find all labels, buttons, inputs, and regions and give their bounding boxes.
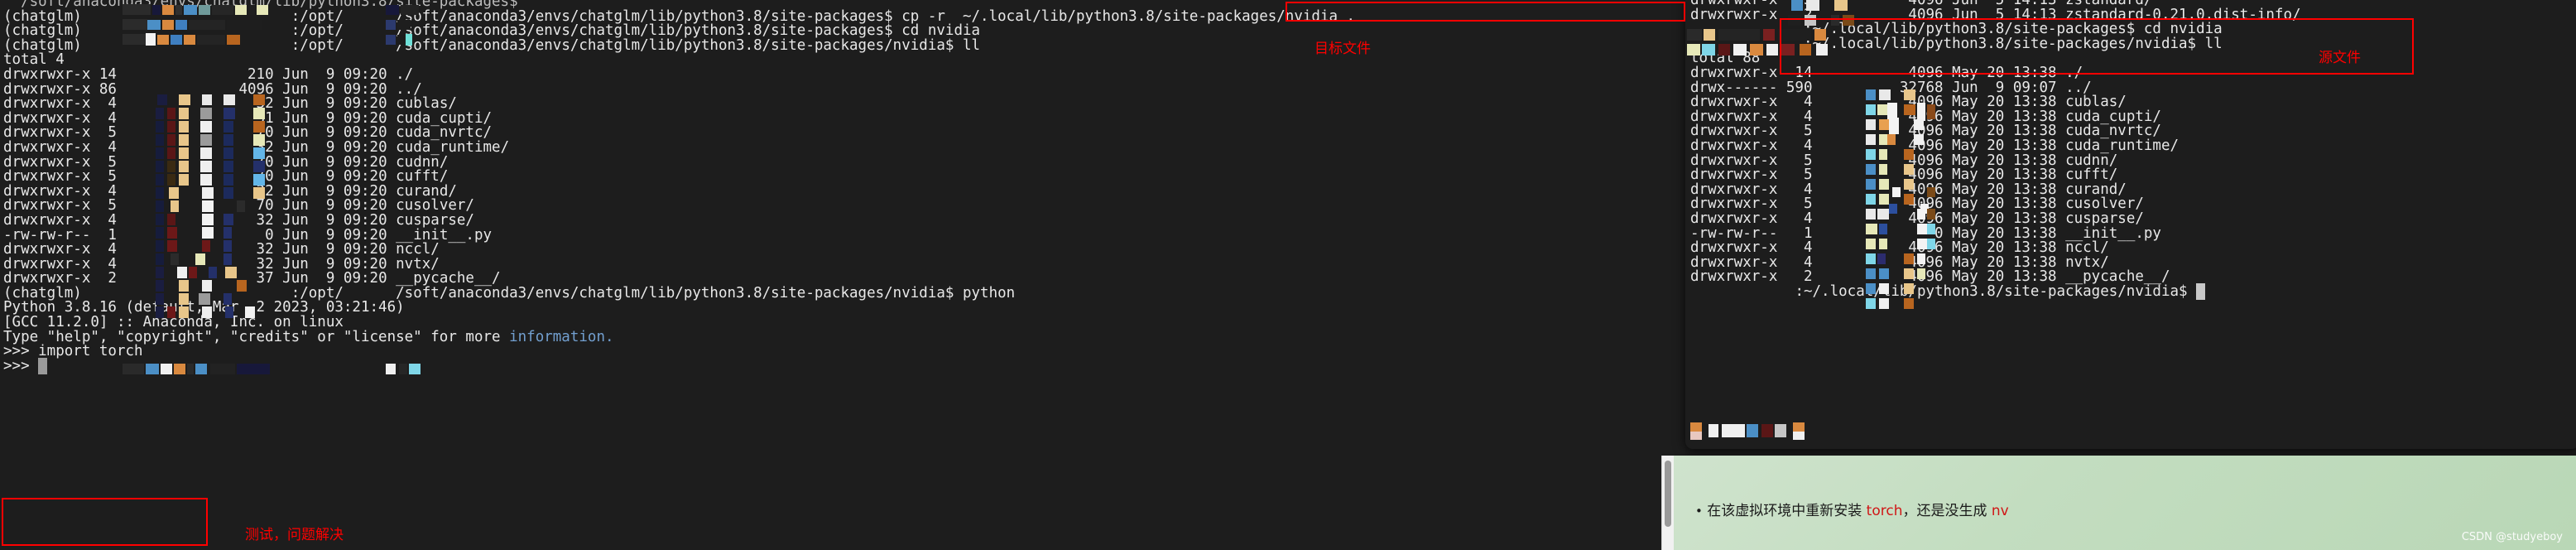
- csdn-watermark: CSDN @studyeboy: [2461, 531, 2563, 543]
- left-terminal-output: /soft/anaconda3/envs/chatglm/lib/python3…: [3, 0, 1355, 374]
- annotation-label-source-file: 源文件: [2319, 50, 2361, 66]
- terminal-line: >>>: [3, 357, 1355, 374]
- bullet-text-2: ，还是没生成: [1902, 503, 1992, 519]
- annotation-label-target-file: 目标文件: [1314, 41, 1371, 57]
- annotation-label-test-result: 测试，问题解决: [245, 527, 344, 543]
- scrollbar-thumb[interactable]: [1665, 461, 1671, 527]
- bullet-keyword-torch: torch: [1866, 503, 1903, 519]
- slide-panel: • 在该虚拟环境中重新安装 torch，还是没生成 nv CSDN @study…: [1674, 456, 2576, 550]
- bullet-keyword-nv: nv: [1991, 503, 2009, 519]
- terminal-line: Type "help", "copyright", "credits" or "…: [3, 328, 614, 345]
- bullet-marker-icon: •: [1695, 504, 1703, 519]
- slide-scrollbar[interactable]: [1661, 456, 1674, 550]
- terminal-line: (chatglm) :/opt/ /soft/anaconda3/envs/ch…: [3, 36, 981, 54]
- slide-bullet-item: • 在该虚拟环境中重新安装 torch，还是没生成 nv: [1695, 499, 2009, 519]
- right-terminal-output: drwxrwxr-x 3 4096 Jun 5 14:13 zstandard/…: [1690, 0, 2301, 300]
- censor-block-right-final-prompt: [1690, 422, 1856, 440]
- terminal-line: :~/.local/lib/python3.8/site-packages/nv…: [1803, 35, 2223, 52]
- terminal-line: >>> import torch: [3, 343, 143, 360]
- terminal-line: :~/.local/lib/python3.8/site-packages/nv…: [1690, 282, 2301, 300]
- right-terminal-source[interactable]: drwxrwxr-x 3 4096 Jun 5 14:13 zstandard/…: [1685, 0, 2576, 449]
- bullet-text-1: 在该虚拟环境中重新安装: [1707, 503, 1867, 519]
- left-terminal-target[interactable]: /soft/anaconda3/envs/chatglm/lib/python3…: [0, 0, 1685, 550]
